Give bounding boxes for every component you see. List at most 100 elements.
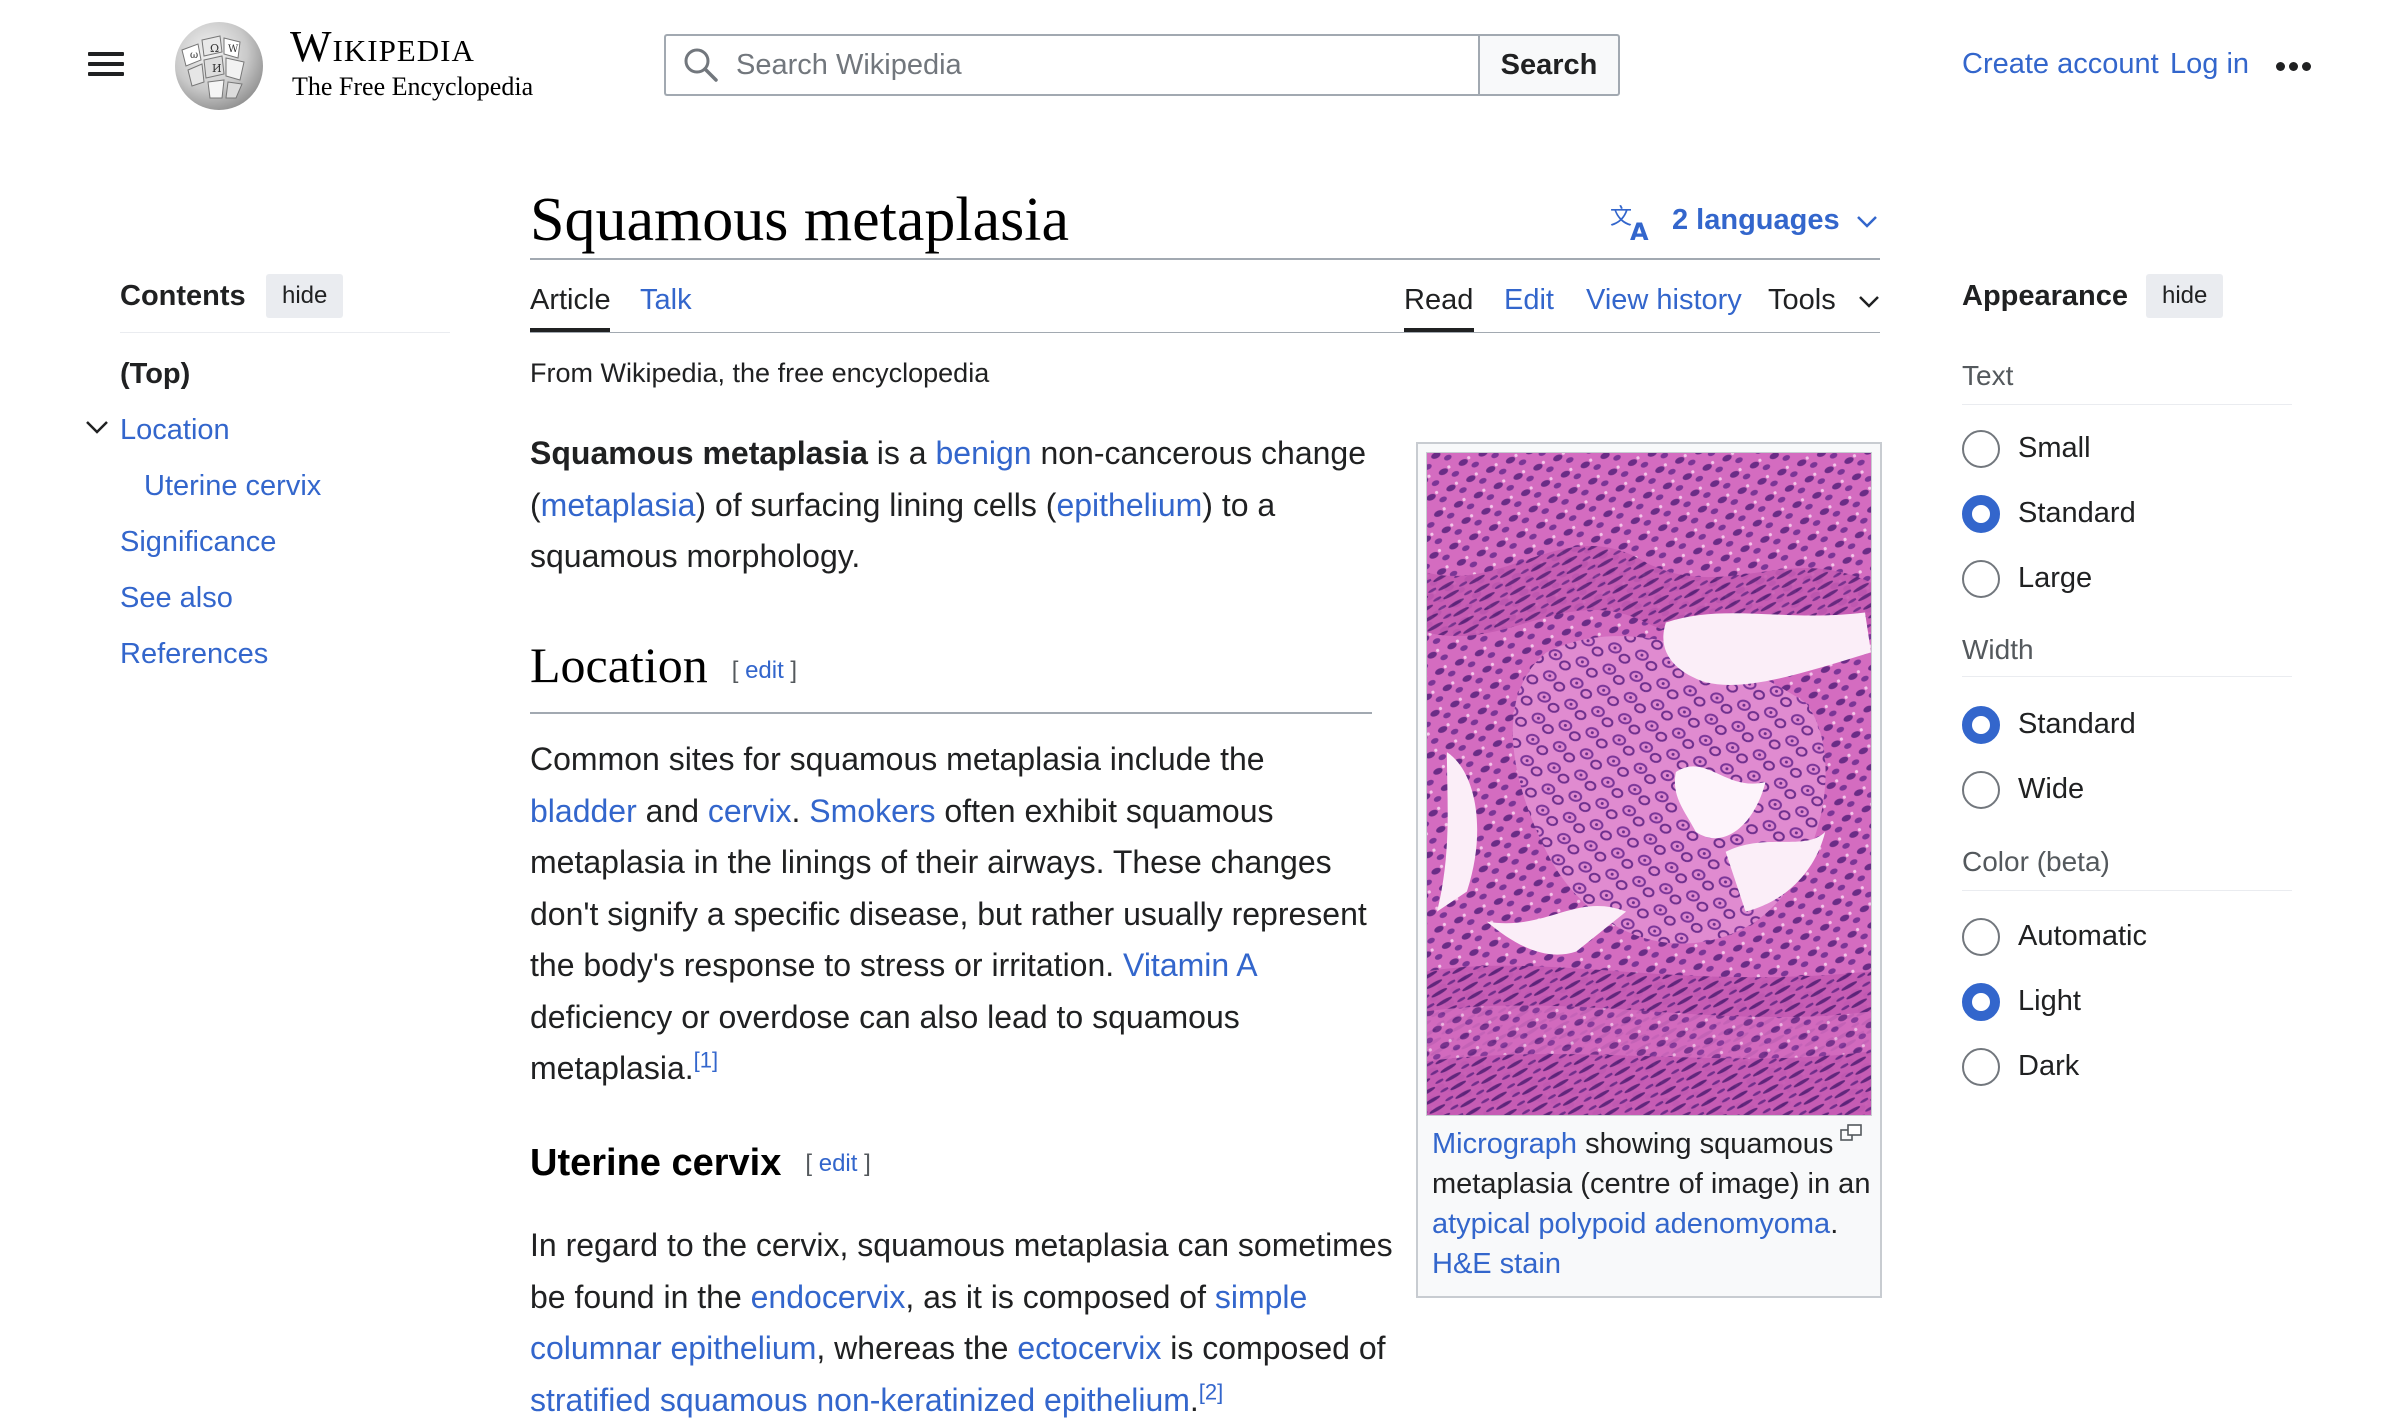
radio-label-width-standard[interactable]: Standard <box>2018 708 2136 741</box>
para-text: and <box>636 792 708 829</box>
link-epithelium[interactable]: epithelium <box>1056 487 1202 523</box>
svg-text:Ω: Ω <box>210 42 219 55</box>
radio-color-light[interactable] <box>1962 983 2000 1021</box>
wikipedia-tagline: The Free Encyclopedia <box>292 72 534 101</box>
toc-item-location[interactable]: Location <box>120 414 230 447</box>
toc-item-references[interactable]: References <box>120 638 268 671</box>
toc-item-uterine-cervix[interactable]: Uterine cervix <box>144 470 321 503</box>
caption-text: . <box>1830 1208 1839 1240</box>
link-micrograph[interactable]: Micrograph <box>1432 1128 1577 1160</box>
width-label: Width <box>1962 634 2034 665</box>
edit-section-link[interactable]: edit <box>745 657 784 684</box>
svg-text:文: 文 <box>1610 205 1632 230</box>
radio-label-light[interactable]: Light <box>2018 985 2081 1018</box>
language-count: 2 languages <box>1672 204 1840 236</box>
appearance-hide-button[interactable]: hide <box>2146 274 2224 318</box>
intro-text: is a <box>867 435 936 471</box>
radio-color-dark[interactable] <box>1962 1048 2000 1086</box>
toc-item-significance[interactable]: Significance <box>120 526 276 559</box>
link-bladder[interactable]: bladder <box>530 793 637 829</box>
tab-read[interactable]: Read <box>1404 284 1473 317</box>
radio-label-dark[interactable]: Dark <box>2018 1050 2079 1083</box>
create-account-link[interactable]: Create account <box>1962 48 2159 81</box>
link-cervix[interactable]: cervix <box>708 793 792 829</box>
radio-text-large[interactable] <box>1962 560 2000 598</box>
section-edit: [ edit ] <box>732 657 797 684</box>
radio-text-small[interactable] <box>1962 430 2000 468</box>
search-input[interactable] <box>736 36 1456 94</box>
menu-icon-bar <box>88 52 124 56</box>
para-text: Common sites for squamous metaplasia inc… <box>530 741 1265 777</box>
bracket-open: [ <box>805 1150 819 1177</box>
heading-divider <box>530 712 1372 714</box>
radio-label-large[interactable]: Large <box>2018 562 2092 595</box>
radio-label-small[interactable]: Small <box>2018 432 2091 465</box>
link-he-stain[interactable]: H&E stain <box>1432 1248 1561 1280</box>
tab-view-history[interactable]: View history <box>1586 284 1742 317</box>
appearance-divider <box>1962 404 2292 405</box>
bracket-open: [ <box>731 657 746 684</box>
ellipsis-icon[interactable] <box>2276 58 2316 71</box>
para-text: . <box>1189 1381 1199 1418</box>
link-benign[interactable]: benign <box>935 435 1031 471</box>
uterine-cervix-paragraph: In regard to the cervix, squamous metapl… <box>530 1220 1410 1426</box>
link-metaplasia[interactable]: metaplasia <box>541 487 696 523</box>
radio-width-standard[interactable] <box>1962 706 2000 744</box>
link-ectocervix[interactable]: ectocervix <box>1017 1330 1161 1366</box>
tab-talk[interactable]: Talk <box>640 284 692 317</box>
wikipedia-wordmark[interactable]: Wikipedia <box>290 22 475 72</box>
appearance-divider <box>1962 890 2292 891</box>
link-atypical-polypoid-adenomyoma[interactable]: atypical polypoid adenomyoma <box>1432 1208 1830 1240</box>
toc-item-top[interactable]: (Top) <box>120 358 190 391</box>
title-divider <box>530 258 1880 260</box>
reference-link[interactable]: [1] <box>694 1047 718 1072</box>
bracket-close: ] <box>783 657 798 684</box>
svg-text:A: A <box>1630 218 1649 242</box>
tab-tools[interactable]: Tools <box>1768 284 1836 317</box>
color-label: Color (beta) <box>1962 846 2110 877</box>
tab-edit[interactable]: Edit <box>1504 284 1554 317</box>
appearance-divider <box>1962 676 2292 677</box>
toc-title: Contents <box>120 280 246 312</box>
chevron-down-icon[interactable] <box>84 418 110 436</box>
text-size-label: Text <box>1962 360 2014 391</box>
radio-label-wide[interactable]: Wide <box>2018 773 2084 806</box>
svg-text:W: W <box>228 44 239 55</box>
menu-icon-bar <box>88 62 124 66</box>
link-stratified-squamous-epithelium[interactable]: stratified squamous non-keratinized epit… <box>530 1382 1190 1418</box>
search-button[interactable]: Search <box>1478 34 1620 96</box>
reference-link[interactable]: [2] <box>1199 1379 1223 1404</box>
image-caption: Micrograph showing squamous metaplasia (… <box>1432 1124 1872 1284</box>
section-heading-uterine-cervix: Uterine cervix [ edit ] <box>530 1142 871 1185</box>
chevron-down-icon[interactable] <box>1858 294 1880 310</box>
tab-article[interactable]: Article <box>530 284 611 317</box>
log-in-link[interactable]: Log in <box>2170 48 2249 81</box>
wordmark-text: Wikipedia <box>290 22 475 71</box>
section-heading-location: Location [ edit ] <box>530 636 797 694</box>
intro-bold-term: Squamous metaplasia <box>530 435 868 471</box>
location-paragraph: Common sites for squamous metaplasia inc… <box>530 734 1380 1095</box>
search-icon <box>684 48 718 82</box>
menu-icon-bar <box>88 72 124 76</box>
appearance-title: Appearance <box>1962 280 2129 312</box>
bracket-close: ] <box>857 1150 871 1177</box>
link-smokers[interactable]: Smokers <box>809 793 935 829</box>
toc-item-see-also[interactable]: See also <box>120 582 233 615</box>
radio-label-standard[interactable]: Standard <box>2018 497 2136 530</box>
wikipedia-globe-logo[interactable]: Ω W И ω <box>168 18 270 112</box>
link-vitamin-a[interactable]: Vitamin A <box>1123 947 1256 983</box>
heading-text: Location <box>530 637 708 693</box>
intro-text: ) of surfacing lining cells ( <box>695 486 1057 523</box>
radio-label-automatic[interactable]: Automatic <box>2018 920 2147 953</box>
radio-text-standard[interactable] <box>1962 495 2000 533</box>
toc-hide-button[interactable]: hide <box>266 274 344 318</box>
radio-width-wide[interactable] <box>1962 771 2000 809</box>
micrograph-image[interactable] <box>1426 452 1872 1116</box>
radio-color-automatic[interactable] <box>1962 918 2000 956</box>
main-menu-button[interactable] <box>86 46 126 86</box>
chevron-down-icon <box>1857 216 1877 228</box>
section-edit: [ edit ] <box>805 1150 870 1177</box>
link-endocervix[interactable]: endocervix <box>751 1279 906 1315</box>
para-text: , as it is composed of <box>905 1278 1215 1315</box>
edit-section-link[interactable]: edit <box>819 1150 858 1177</box>
